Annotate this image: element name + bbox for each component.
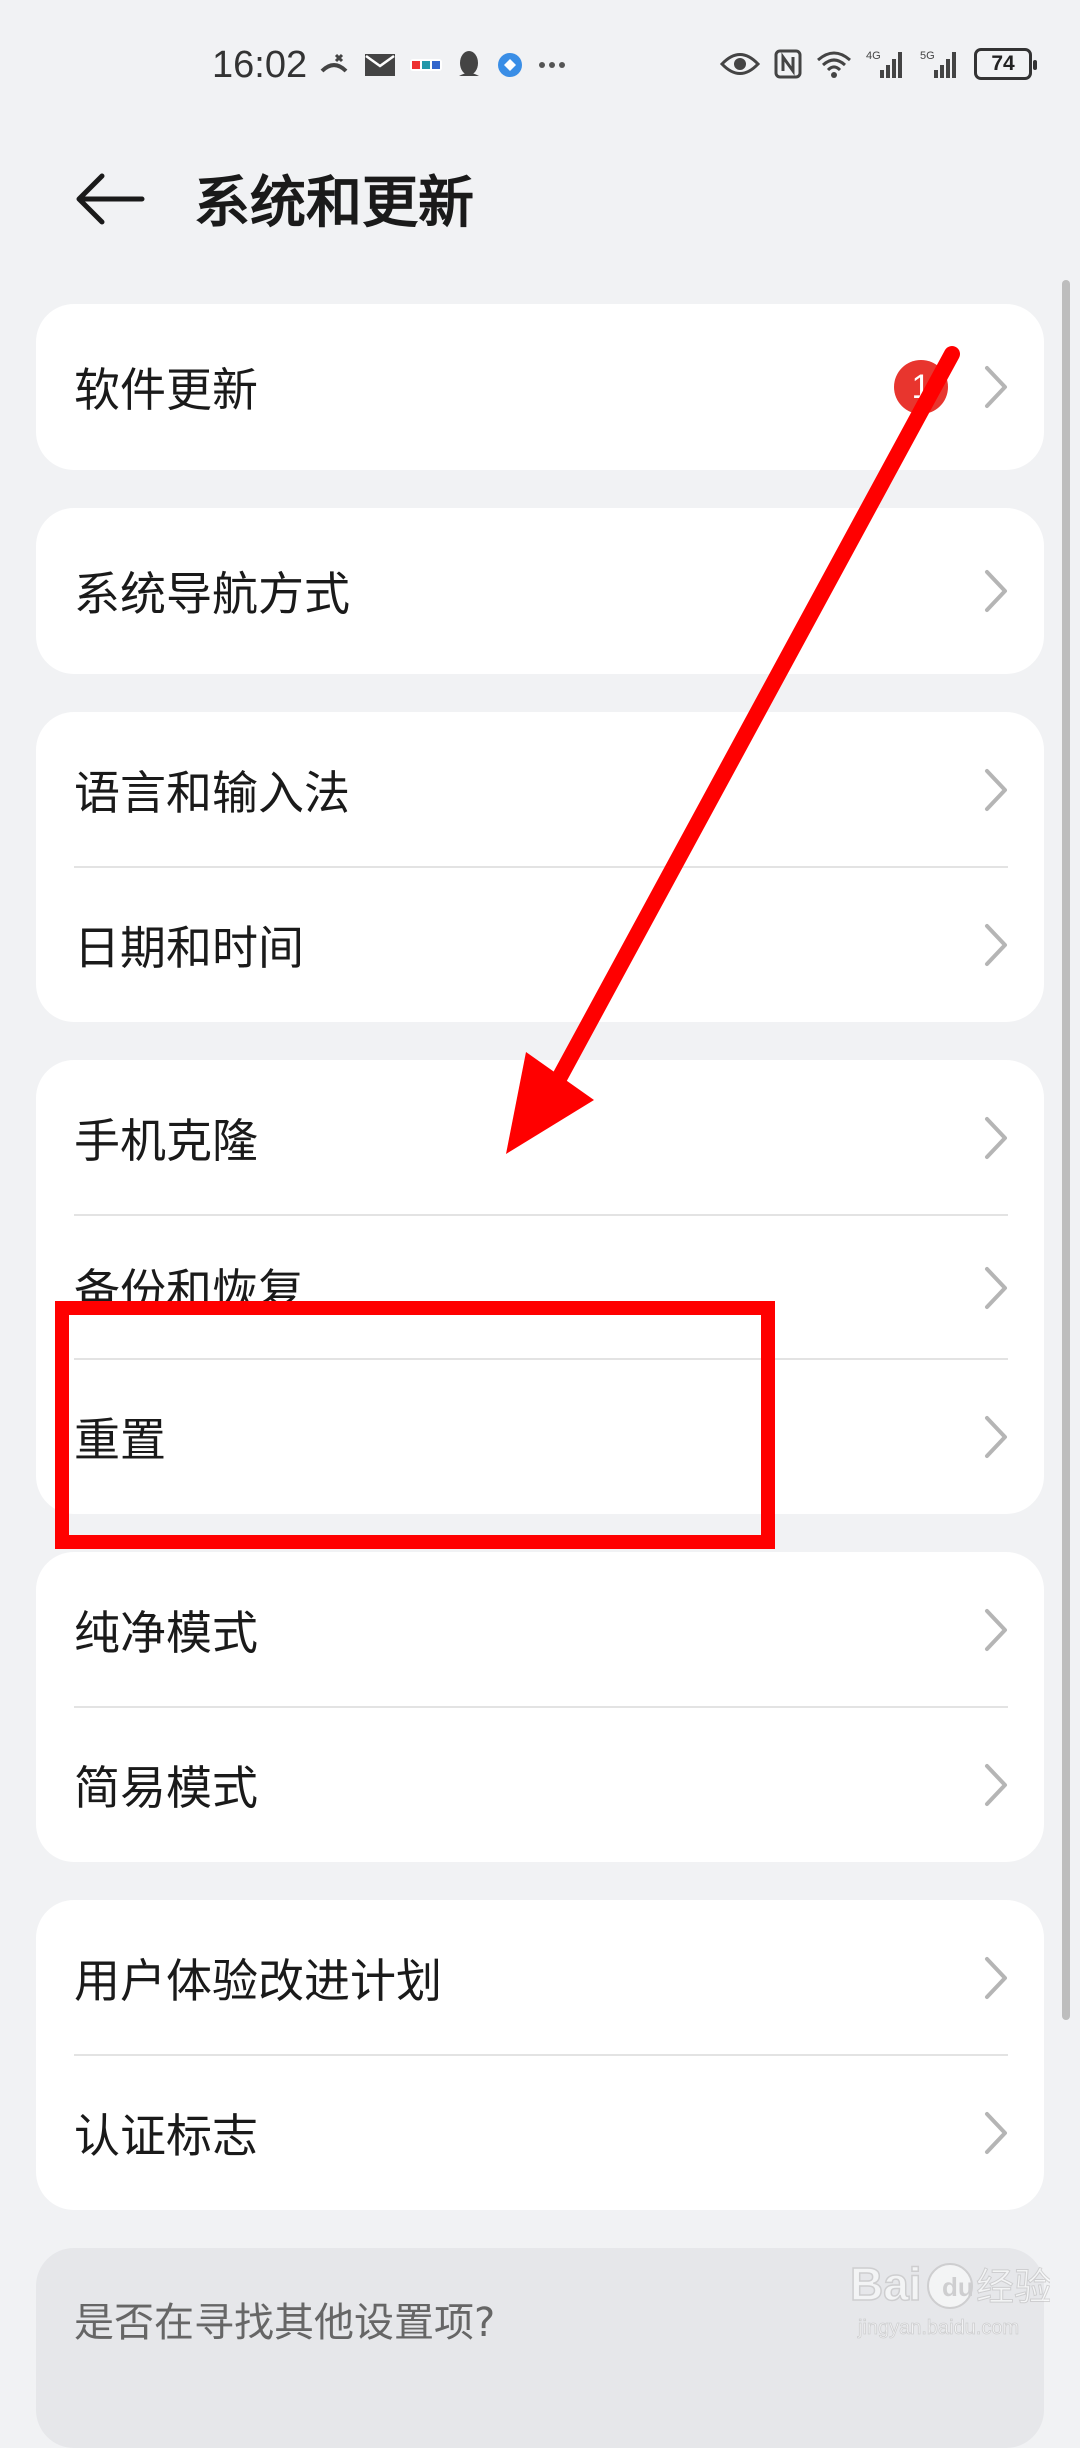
chevron-right-icon bbox=[985, 1416, 1007, 1458]
back-arrow-icon[interactable] bbox=[72, 164, 148, 234]
item-label: 语言和输入法 bbox=[74, 766, 350, 820]
svg-text:du: du bbox=[942, 2272, 974, 2302]
item-label: 系统导航方式 bbox=[74, 567, 350, 621]
scrollbar[interactable] bbox=[1062, 280, 1070, 2020]
update-count-badge: 1 bbox=[894, 360, 948, 414]
item-label: 手机克隆 bbox=[74, 1114, 258, 1168]
item-label: 认证标志 bbox=[74, 2109, 258, 2163]
list-item-software-update[interactable]: 软件更新 1 bbox=[36, 304, 1044, 470]
svg-text:经验: 经验 bbox=[976, 2265, 1050, 2309]
browser-icon bbox=[496, 51, 524, 79]
qq-icon bbox=[456, 50, 482, 80]
card-clone-backup-reset: 手机克隆 备份和恢复 重置 bbox=[36, 1060, 1044, 1514]
list-item-user-experience[interactable]: 用户体验改进计划 bbox=[36, 1900, 1044, 2056]
list-item-date-time[interactable]: 日期和时间 bbox=[36, 868, 1044, 1022]
item-label: 备份和恢复 bbox=[74, 1264, 304, 1318]
list-item-certification[interactable]: 认证标志 bbox=[36, 2056, 1044, 2210]
app-logo-icon bbox=[410, 55, 442, 75]
chevron-right-icon bbox=[985, 1267, 1007, 1309]
item-label: 简易模式 bbox=[74, 1761, 258, 1815]
chevron-right-icon bbox=[985, 1764, 1007, 1806]
chevron-right-icon bbox=[985, 570, 1007, 612]
chevron-right-icon bbox=[985, 2112, 1007, 2154]
list-item-system-navigation[interactable]: 系统导航方式 bbox=[36, 508, 1044, 674]
notification-icons bbox=[318, 50, 566, 80]
wifi-icon bbox=[816, 50, 852, 78]
system-status-icons: 4G 5G 74 bbox=[720, 48, 1037, 80]
chevron-right-icon bbox=[985, 1117, 1007, 1159]
list-item-phone-clone[interactable]: 手机克隆 bbox=[36, 1060, 1044, 1216]
item-label: 重置 bbox=[74, 1413, 166, 1467]
card-language-date: 语言和输入法 日期和时间 bbox=[36, 712, 1044, 1022]
chevron-right-icon bbox=[985, 924, 1007, 966]
item-label: 日期和时间 bbox=[74, 921, 304, 975]
list-item-pure-mode[interactable]: 纯净模式 bbox=[36, 1552, 1044, 1708]
list-item-reset[interactable]: 重置 bbox=[36, 1360, 1044, 1514]
svg-text:4G: 4G bbox=[866, 50, 881, 62]
svg-text:Bai: Bai bbox=[850, 2258, 922, 2310]
signal-4g-icon: 4G bbox=[866, 48, 906, 80]
eye-comfort-icon bbox=[720, 51, 760, 77]
card-navigation: 系统导航方式 bbox=[36, 508, 1044, 674]
page-title: 系统和更新 bbox=[194, 171, 474, 236]
page-header: 系统和更新 bbox=[0, 150, 1080, 250]
more-notifications-icon bbox=[538, 61, 566, 69]
list-item-simple-mode[interactable]: 简易模式 bbox=[36, 1708, 1044, 1862]
item-label: 纯净模式 bbox=[74, 1606, 258, 1660]
item-label: 用户体验改进计划 bbox=[74, 1954, 442, 2008]
status-time: 16:02 bbox=[212, 44, 308, 86]
chevron-right-icon bbox=[985, 1609, 1007, 1651]
chevron-right-icon bbox=[985, 366, 1007, 408]
card-software-update: 软件更新 1 bbox=[36, 304, 1044, 470]
battery-icon: 74 bbox=[974, 48, 1037, 80]
card-modes: 纯净模式 简易模式 bbox=[36, 1552, 1044, 1862]
mail-icon bbox=[364, 53, 396, 77]
signal-5g-icon: 5G bbox=[920, 48, 960, 80]
status-bar: 16:02 4G 5G 74 bbox=[0, 0, 1080, 130]
missed-call-icon bbox=[318, 51, 350, 79]
svg-text:5G: 5G bbox=[920, 50, 935, 62]
item-label: 软件更新 bbox=[74, 363, 258, 417]
suggestion-text: 是否在寻找其他设置项? bbox=[74, 2300, 496, 2346]
chevron-right-icon bbox=[985, 769, 1007, 811]
chevron-right-icon bbox=[985, 1957, 1007, 1999]
list-item-backup-restore[interactable]: 备份和恢复 bbox=[36, 1216, 1044, 1360]
nfc-icon bbox=[774, 49, 802, 79]
list-item-language-input[interactable]: 语言和输入法 bbox=[36, 712, 1044, 868]
card-experience-cert: 用户体验改进计划 认证标志 bbox=[36, 1900, 1044, 2210]
svg-text:jingyan.baidu.com: jingyan.baidu.com bbox=[857, 2317, 1019, 2339]
baidu-jingyan-watermark: Bai du 经验 jingyan.baidu.com bbox=[849, 2246, 1052, 2350]
